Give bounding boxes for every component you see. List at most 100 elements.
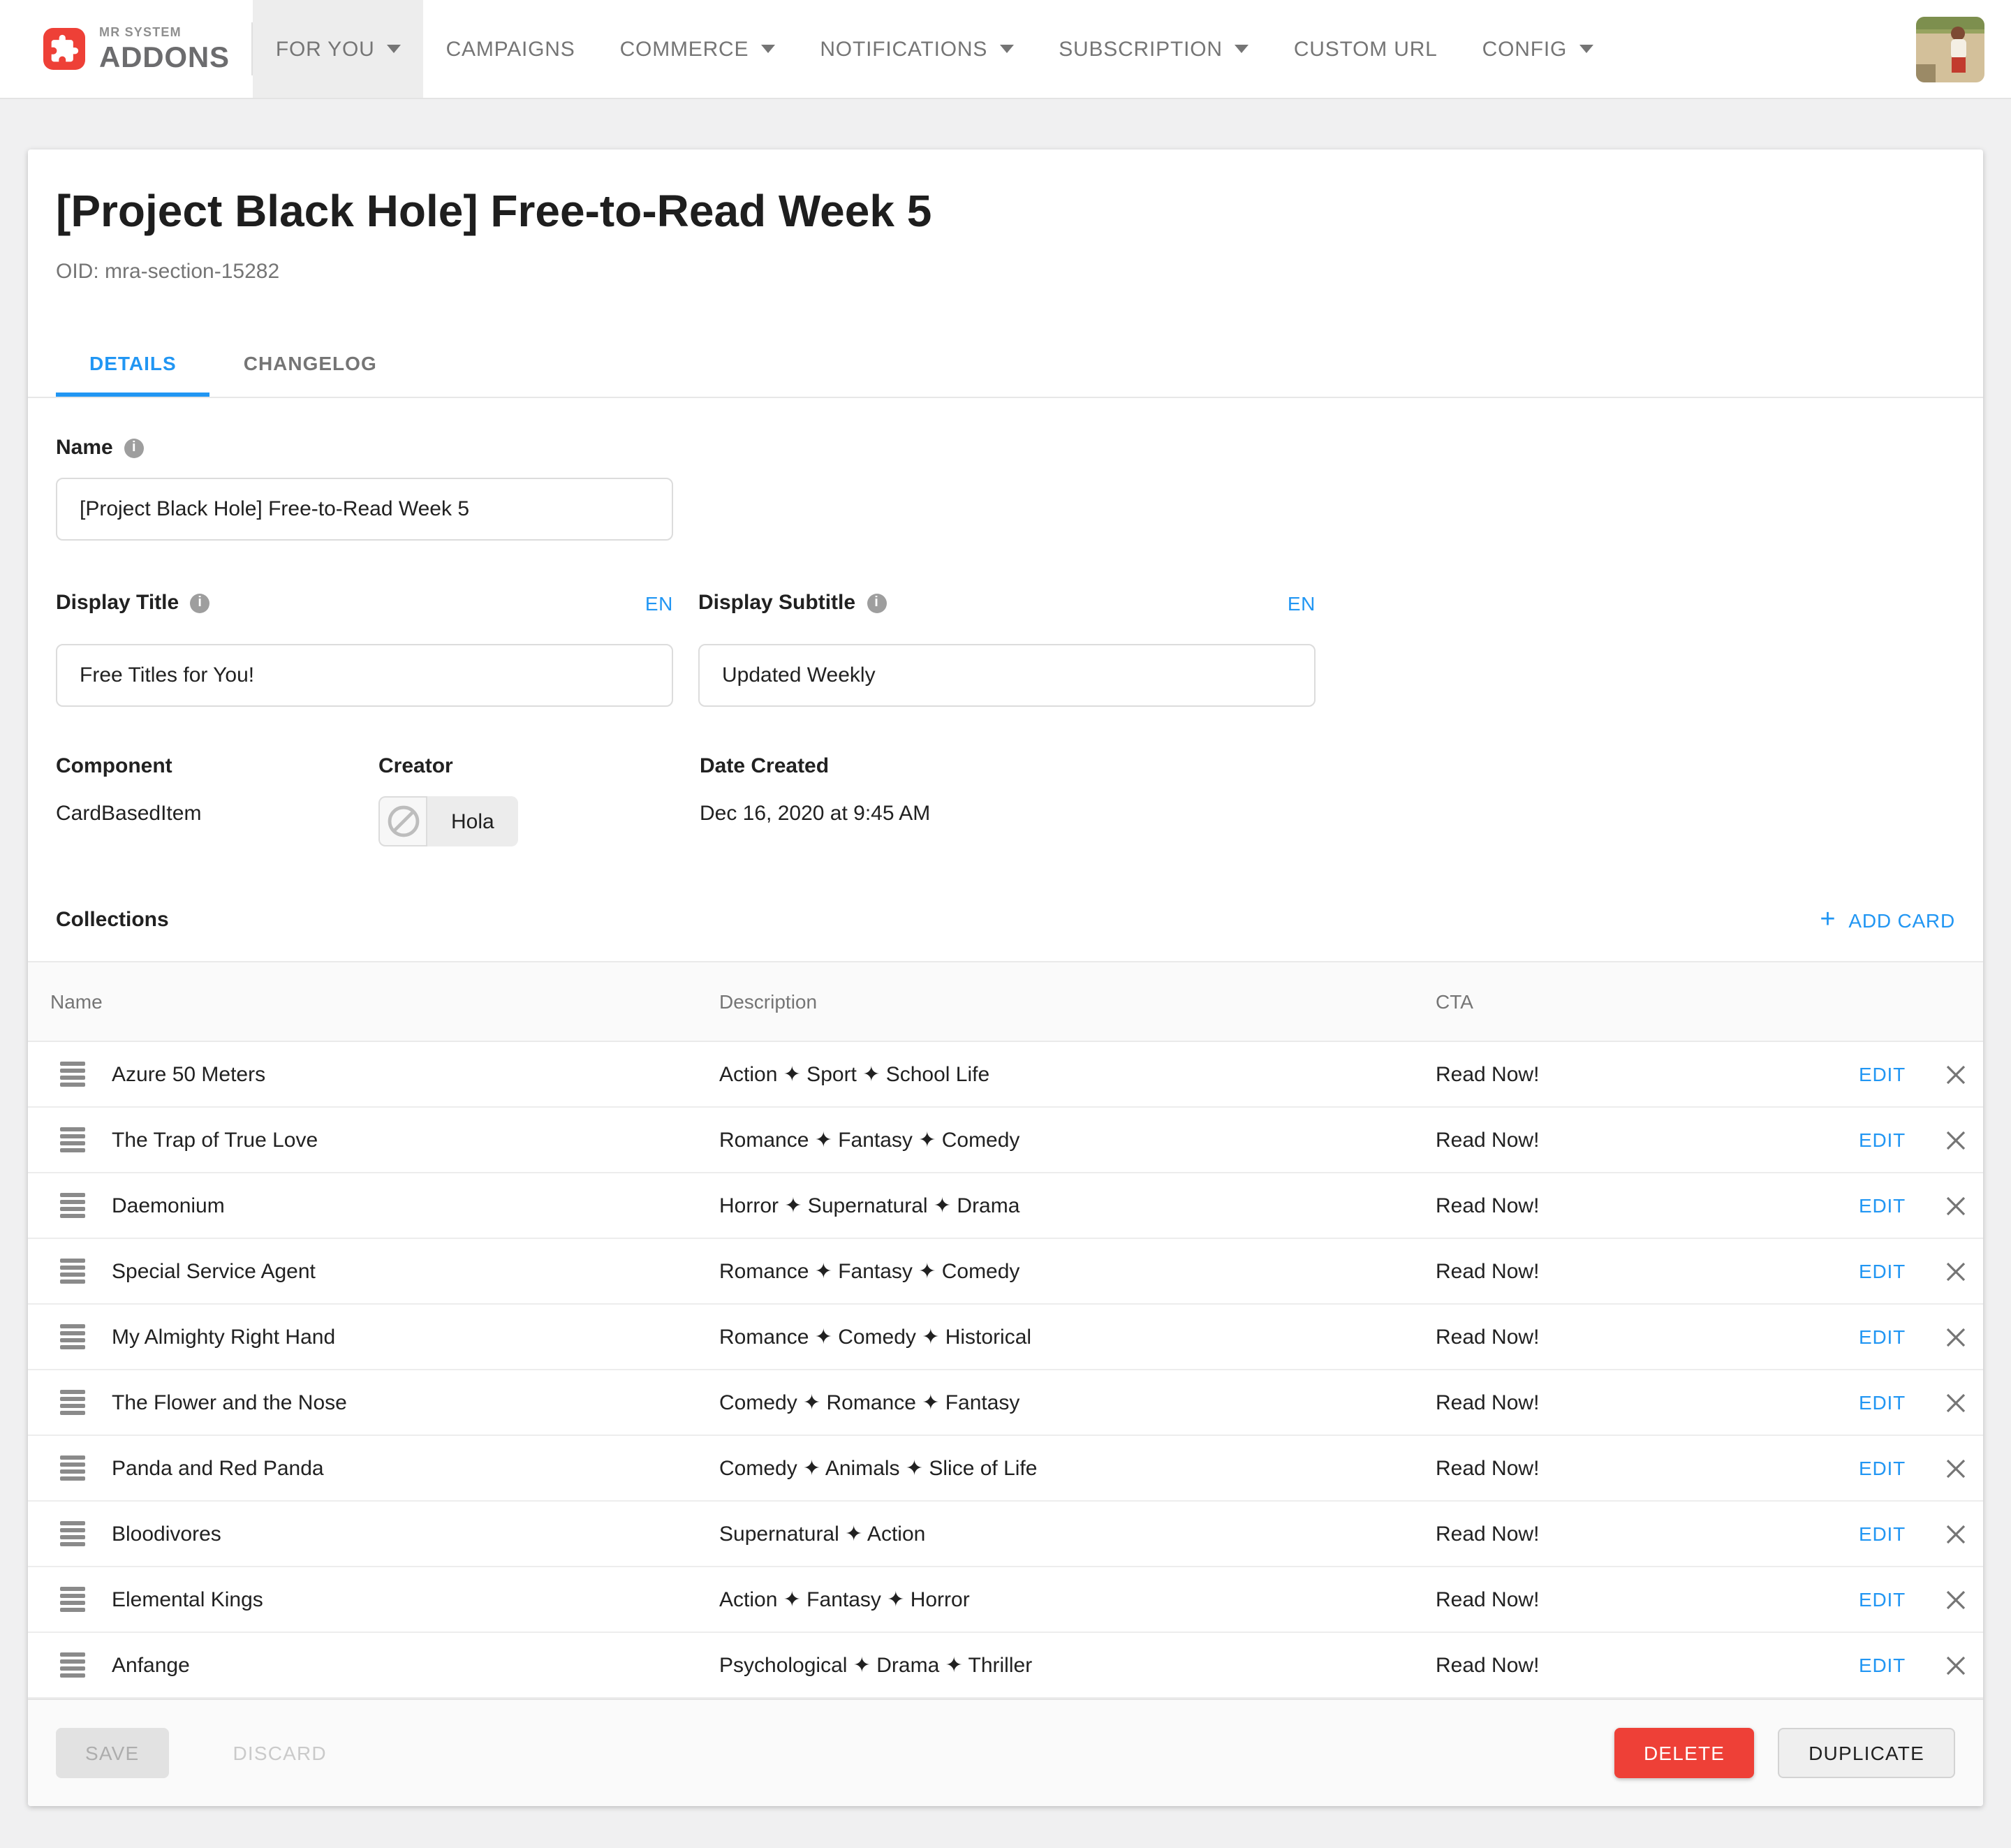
tab-details[interactable]: DETAILS bbox=[56, 330, 210, 397]
edit-button[interactable]: EDIT bbox=[1859, 1107, 1945, 1173]
table-row: The Flower and the NoseComedy ✦ Romance … bbox=[28, 1370, 1983, 1435]
collection-name: The Trap of True Love bbox=[112, 1128, 318, 1152]
delete-button[interactable]: DELETE bbox=[1614, 1728, 1754, 1778]
edit-button[interactable]: EDIT bbox=[1859, 1501, 1945, 1567]
brand-logo[interactable]: MR SYSTEM ADDONS bbox=[43, 0, 230, 98]
edit-button[interactable]: EDIT bbox=[1859, 1238, 1945, 1304]
collection-description: Romance ✦ Comedy ✦ Historical bbox=[719, 1304, 1436, 1370]
remove-button[interactable] bbox=[1945, 1632, 1983, 1698]
remove-button[interactable] bbox=[1945, 1370, 1983, 1435]
drag-handle-icon[interactable] bbox=[60, 1127, 85, 1152]
close-icon bbox=[1945, 1064, 1966, 1085]
display-subtitle-input[interactable] bbox=[698, 644, 1316, 707]
brand-system-name: MR SYSTEM bbox=[99, 26, 230, 38]
edit-button[interactable]: EDIT bbox=[1859, 1567, 1945, 1632]
save-button[interactable]: SAVE bbox=[56, 1728, 168, 1778]
add-card-button[interactable]: + ADD CARD bbox=[1820, 909, 1955, 932]
table-row: BloodivoresSupernatural ✦ ActionRead Now… bbox=[28, 1501, 1983, 1567]
info-icon[interactable]: i bbox=[190, 594, 209, 613]
tab-changelog[interactable]: CHANGELOG bbox=[210, 330, 411, 397]
collection-cta: Read Now! bbox=[1436, 1107, 1859, 1173]
nav-item-subscription[interactable]: SUBSCRIPTION bbox=[1036, 0, 1272, 98]
nav-item-for-you[interactable]: FOR YOU bbox=[253, 0, 424, 98]
display-title-input[interactable] bbox=[56, 644, 673, 707]
edit-button[interactable]: EDIT bbox=[1859, 1370, 1945, 1435]
info-icon[interactable]: i bbox=[867, 594, 886, 613]
drag-handle-icon[interactable] bbox=[60, 1259, 85, 1284]
name-label: Name i bbox=[56, 436, 1955, 461]
drag-handle-icon[interactable] bbox=[60, 1324, 85, 1349]
collection-description: Romance ✦ Fantasy ✦ Comedy bbox=[719, 1238, 1436, 1304]
collection-description: Supernatural ✦ Action bbox=[719, 1501, 1436, 1567]
column-header-description: Description bbox=[719, 962, 1436, 1041]
puzzle-icon bbox=[43, 28, 85, 70]
blocked-avatar-icon bbox=[378, 796, 427, 846]
nav-item-config[interactable]: CONFIG bbox=[1460, 0, 1616, 98]
duplicate-button[interactable]: DUPLICATE bbox=[1778, 1728, 1955, 1778]
edit-button[interactable]: EDIT bbox=[1859, 1041, 1945, 1107]
nav-item-commerce[interactable]: COMMERCE bbox=[598, 0, 798, 98]
collection-name: Elemental Kings bbox=[112, 1587, 263, 1611]
collection-name: Azure 50 Meters bbox=[112, 1062, 265, 1086]
nav-item-notifications[interactable]: NOTIFICATIONS bbox=[797, 0, 1036, 98]
remove-button[interactable] bbox=[1945, 1304, 1983, 1370]
close-icon bbox=[1945, 1326, 1966, 1347]
remove-button[interactable] bbox=[1945, 1107, 1983, 1173]
drag-handle-icon[interactable] bbox=[60, 1455, 85, 1481]
page-title: [Project Black Hole] Free-to-Read Week 5 bbox=[56, 149, 1955, 239]
remove-button[interactable] bbox=[1945, 1567, 1983, 1632]
drag-handle-icon[interactable] bbox=[60, 1390, 85, 1415]
table-row: DaemoniumHorror ✦ Supernatural ✦ DramaRe… bbox=[28, 1173, 1983, 1238]
edit-button[interactable]: EDIT bbox=[1859, 1435, 1945, 1501]
nav-item-campaigns[interactable]: CAMPAIGNS bbox=[424, 0, 598, 98]
table-row: Panda and Red PandaComedy ✦ Animals ✦ Sl… bbox=[28, 1435, 1983, 1501]
drag-handle-icon[interactable] bbox=[60, 1193, 85, 1218]
remove-button[interactable] bbox=[1945, 1435, 1983, 1501]
language-badge: EN bbox=[1288, 592, 1316, 615]
collection-description: Psychological ✦ Drama ✦ Thriller bbox=[719, 1632, 1436, 1698]
name-input[interactable] bbox=[56, 478, 673, 541]
collection-name: The Flower and the Nose bbox=[112, 1391, 347, 1414]
remove-button[interactable] bbox=[1945, 1238, 1983, 1304]
edit-button[interactable]: EDIT bbox=[1859, 1304, 1945, 1370]
drag-handle-icon[interactable] bbox=[60, 1521, 85, 1546]
remove-button[interactable] bbox=[1945, 1041, 1983, 1107]
table-row: Azure 50 Meters Action ✦ Sport ✦ School L… bbox=[28, 1041, 1983, 1107]
chevron-down-icon bbox=[388, 45, 402, 53]
collection-cta: Read Now! bbox=[1436, 1632, 1859, 1698]
collection-description: Horror ✦ Supernatural ✦ Drama bbox=[719, 1173, 1436, 1238]
collections-table-body: Azure 50 Meters Action ✦ Sport ✦ School L… bbox=[28, 1041, 1983, 1698]
language-badge: EN bbox=[645, 592, 673, 615]
display-subtitle-label: Display Subtitle i bbox=[698, 591, 886, 616]
collection-cta: Read Now! bbox=[1436, 1435, 1859, 1501]
table-row: Special Service Agent Romance ✦ Fantasy ✦… bbox=[28, 1238, 1983, 1304]
drag-handle-icon[interactable] bbox=[60, 1652, 85, 1678]
user-avatar[interactable] bbox=[1916, 17, 1984, 82]
info-icon[interactable]: i bbox=[124, 439, 144, 458]
section-editor-card: [Project Black Hole] Free-to-Read Week 5… bbox=[28, 149, 1983, 1806]
nav-item-custom-url[interactable]: CUSTOM URL bbox=[1272, 0, 1460, 98]
close-icon bbox=[1945, 1655, 1966, 1675]
table-row: AnfangePsychological ✦ Drama ✦ ThrillerR… bbox=[28, 1632, 1983, 1698]
close-icon bbox=[1945, 1195, 1966, 1216]
edit-button[interactable]: EDIT bbox=[1859, 1173, 1945, 1238]
collection-description: Action ✦ Sport ✦ School Life bbox=[719, 1041, 1436, 1107]
collections-table: Name Description CTA Azure 50 MetersActi… bbox=[28, 961, 1983, 1699]
top-navigation: MR SYSTEM ADDONS FOR YOU CAMPAIGNS COMME… bbox=[0, 0, 2011, 99]
date-created-value: Dec 16, 2020 at 9:45 AM bbox=[700, 802, 930, 827]
component-value: CardBasedItem bbox=[56, 802, 378, 827]
remove-button[interactable] bbox=[1945, 1501, 1983, 1567]
plus-icon: + bbox=[1820, 911, 1836, 930]
remove-button[interactable] bbox=[1945, 1173, 1983, 1238]
tab-bar: DETAILS CHANGELOG bbox=[28, 330, 1983, 398]
collection-cta: Read Now! bbox=[1436, 1304, 1859, 1370]
collection-name: Special Service Agent bbox=[112, 1259, 316, 1283]
drag-handle-icon[interactable] bbox=[60, 1587, 85, 1612]
collection-cta: Read Now! bbox=[1436, 1173, 1859, 1238]
chevron-down-icon bbox=[1579, 45, 1593, 53]
edit-button[interactable]: EDIT bbox=[1859, 1632, 1945, 1698]
table-row: The Trap of True LoveRomance ✦ Fantasy ✦… bbox=[28, 1107, 1983, 1173]
drag-handle-icon[interactable] bbox=[60, 1062, 85, 1087]
discard-button[interactable]: DISCARD bbox=[203, 1728, 355, 1778]
action-bar: SAVE DISCARD DELETE DUPLICATE bbox=[28, 1699, 1983, 1806]
